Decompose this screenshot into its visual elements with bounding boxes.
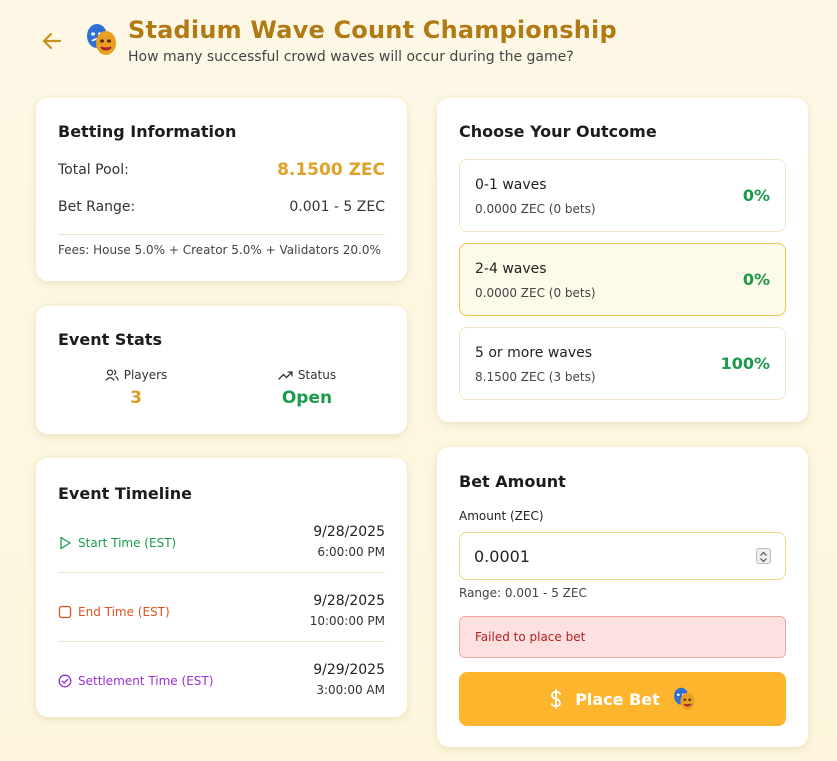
amount-field: [459, 532, 786, 580]
players-stat: Players 3: [76, 368, 196, 408]
divider: [58, 641, 385, 642]
range-note: Range: 0.001 - 5 ZEC: [459, 586, 587, 600]
betting-info-heading: Betting Information: [58, 122, 237, 141]
total-pool-value: 8.1500 ZEC: [277, 160, 385, 180]
timeline-time: 10:00:00 PM: [309, 614, 385, 628]
page-subtitle: How many successful crowd waves will occ…: [128, 49, 574, 65]
total-pool-label: Total Pool:: [58, 162, 129, 178]
outcome-detail: 8.1500 ZEC (3 bets): [475, 370, 596, 384]
outcome-heading: Choose Your Outcome: [459, 122, 657, 141]
timeline-label: End Time (EST): [78, 605, 170, 619]
place-bet-label: Place Bet: [575, 689, 660, 709]
trending-up-icon: [278, 371, 293, 380]
play-icon: [60, 536, 71, 550]
bet-amount-card: Bet Amount Amount (ZEC) Range: 0.001 - 5…: [437, 447, 808, 747]
fees-text: Fees: House 5.0% + Creator 5.0% + Valida…: [58, 243, 381, 257]
bet-range-value: 0.001 - 5 ZEC: [289, 199, 385, 215]
stepper-arrows-icon: [760, 551, 767, 563]
users-icon: [105, 369, 119, 381]
timeline-label: Settlement Time (EST): [78, 674, 214, 688]
timeline-label: Start Time (EST): [78, 536, 177, 550]
players-label: Players: [123, 368, 168, 382]
outcome-percent: 0%: [742, 186, 770, 205]
divider: [58, 572, 385, 573]
outcome-option-5-plus[interactable]: 5 or more waves 8.1500 ZEC (3 bets) 100%: [459, 327, 786, 400]
back-button[interactable]: [40, 30, 66, 52]
event-timeline-card: Event Timeline Start Time (EST) 9/28/202…: [36, 458, 407, 717]
error-text: Failed to place bet: [475, 630, 586, 644]
timeline-date: 9/29/2025: [313, 662, 385, 678]
outcome-percent: 100%: [720, 354, 770, 373]
page-title: Stadium Wave Count Championship: [128, 16, 617, 44]
theater-masks-icon: [84, 23, 118, 57]
timeline-item-start: Start Time (EST) 9/28/2025 6:00:00 PM: [58, 518, 385, 578]
theater-masks-icon: [673, 687, 695, 710]
check-circle-icon: [58, 674, 72, 688]
amount-label: Amount (ZEC): [459, 509, 544, 523]
status-stat: Status Open: [247, 368, 367, 408]
stop-icon: [58, 605, 72, 619]
timeline-date: 9/28/2025: [313, 524, 385, 540]
outcome-percent: 0%: [742, 270, 770, 289]
error-alert: Failed to place bet: [459, 616, 786, 658]
bet-range-row: Bet Range: 0.001 - 5 ZEC: [58, 199, 385, 215]
bet-amount-heading: Bet Amount: [459, 472, 566, 491]
timeline-item-end: End Time (EST) 9/28/2025 10:00:00 PM: [58, 587, 385, 647]
event-stats-heading: Event Stats: [58, 330, 162, 349]
outcome-detail: 0.0000 ZEC (0 bets): [475, 202, 596, 216]
amount-stepper[interactable]: [756, 548, 771, 564]
outcome-option-0-1[interactable]: 0-1 waves 0.0000 ZEC (0 bets) 0%: [459, 159, 786, 232]
dollar-icon: [551, 689, 562, 709]
timeline-date: 9/28/2025: [313, 593, 385, 609]
outcome-card: Choose Your Outcome 0-1 waves 0.0000 ZEC…: [437, 98, 808, 422]
status-label: Status: [297, 368, 337, 382]
outcome-name: 0-1 waves: [475, 177, 547, 193]
event-stats-card: Event Stats Players 3 Status Open: [36, 306, 407, 434]
outcome-detail: 0.0000 ZEC (0 bets): [475, 286, 596, 300]
outcome-name: 5 or more waves: [475, 345, 593, 361]
amount-input[interactable]: [474, 533, 744, 579]
page-header: Stadium Wave Count Championship How many…: [40, 14, 820, 74]
timeline-item-settlement: Settlement Time (EST) 9/29/2025 3:00:00 …: [58, 656, 385, 716]
event-timeline-heading: Event Timeline: [58, 484, 192, 503]
bet-range-label: Bet Range:: [58, 199, 136, 215]
betting-info-card: Betting Information Total Pool: 8.1500 Z…: [36, 98, 407, 281]
total-pool-row: Total Pool: 8.1500 ZEC: [58, 160, 385, 180]
outcome-option-2-4[interactable]: 2-4 waves 0.0000 ZEC (0 bets) 0%: [459, 243, 786, 316]
players-value: 3: [130, 388, 142, 408]
arrow-left-icon: [42, 32, 62, 50]
place-bet-button[interactable]: Place Bet: [459, 672, 786, 726]
timeline-time: 6:00:00 PM: [317, 545, 385, 559]
divider: [58, 234, 385, 235]
status-value: Open: [281, 388, 333, 408]
timeline-time: 3:00:00 AM: [316, 683, 385, 697]
outcome-name: 2-4 waves: [475, 261, 547, 277]
